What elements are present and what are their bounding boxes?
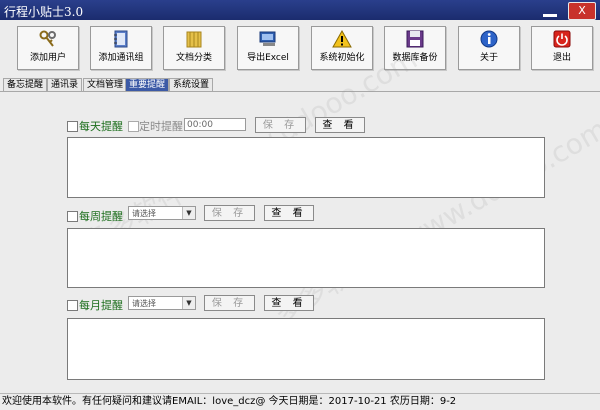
system-init-button[interactable]: 系统初始化 xyxy=(311,26,373,70)
monthday-select-value: 请选择 xyxy=(132,299,156,308)
timed-reminder-label: 定时提醒 xyxy=(139,120,183,133)
monthly-save-button[interactable]: 保 存 xyxy=(204,295,255,311)
minimize-button[interactable] xyxy=(540,2,560,18)
add-user-button[interactable]: 添加用户 xyxy=(17,26,79,70)
add-contact-group-button[interactable]: 添加通讯组 xyxy=(90,26,152,70)
computer-export-icon xyxy=(259,31,276,46)
weekly-view-button[interactable]: 查 看 xyxy=(264,205,314,221)
contact-book-icon xyxy=(114,30,128,48)
status-bar: 欢迎使用本软件。有任何疑问和建议请EMAIL：love_dcz@ 今天日期是：2… xyxy=(0,393,600,410)
monthly-reminder-label: 每月提醒 xyxy=(79,299,123,312)
daily-reminder-checkbox[interactable] xyxy=(67,121,78,132)
tab-documents[interactable]: 文档管理 xyxy=(83,78,128,92)
weekly-save-button[interactable]: 保 存 xyxy=(204,205,255,221)
weekly-reminder-textarea[interactable] xyxy=(67,228,545,288)
toolbar-label: 关于 xyxy=(479,53,498,63)
weekly-reminder-checkbox[interactable] xyxy=(67,211,78,222)
time-input[interactable]: 00:00 xyxy=(184,118,246,131)
folder-icon xyxy=(186,31,202,48)
toolbar-label: 添加通讯组 xyxy=(98,53,144,63)
monthly-view-button[interactable]: 查 看 xyxy=(264,295,314,311)
toolbar-label: 导出Excel xyxy=(247,53,289,63)
title-bar: 行程小贴士3.0 X xyxy=(0,0,600,20)
tab-memo[interactable]: 备忘提醒 xyxy=(3,78,48,92)
warning-icon xyxy=(332,30,352,48)
tab-contacts[interactable]: 通讯录 xyxy=(47,78,83,92)
info-icon xyxy=(480,30,498,48)
tab-divider xyxy=(0,91,600,92)
toolbar-label: 添加用户 xyxy=(29,53,66,63)
toolbar-label: 退出 xyxy=(552,53,571,63)
weekly-reminder-label: 每周提醒 xyxy=(79,210,123,223)
tab-important-reminders[interactable]: 重要提醒 xyxy=(125,78,170,92)
power-icon xyxy=(553,30,571,48)
chevron-down-icon: ▼ xyxy=(182,207,195,219)
daily-reminder-textarea[interactable] xyxy=(67,137,545,198)
database-backup-button[interactable]: 数据库备份 xyxy=(384,26,446,70)
monthly-reminder-textarea[interactable] xyxy=(67,318,545,380)
toolbar-label: 系统初始化 xyxy=(319,53,365,63)
weekday-select-value: 请选择 xyxy=(132,209,156,218)
monthly-reminder-checkbox[interactable] xyxy=(67,300,78,311)
tab-settings[interactable]: 系统设置 xyxy=(169,78,214,92)
exit-button[interactable]: 退出 xyxy=(531,26,593,70)
document-category-button[interactable]: 文档分类 xyxy=(163,26,225,70)
window-title: 行程小贴士3.0 xyxy=(4,5,84,19)
about-button[interactable]: 关于 xyxy=(458,26,520,70)
daily-save-button[interactable]: 保 存 xyxy=(255,117,306,133)
daily-reminder-label: 每天提醒 xyxy=(79,120,123,133)
export-excel-button[interactable]: 导出Excel xyxy=(237,26,299,70)
keys-icon xyxy=(39,30,56,47)
toolbar: 添加用户 添加通讯组 文档分类 导出Excel 系统初始化 数据库备份 关于 退… xyxy=(0,20,600,77)
toolbar-label: 文档分类 xyxy=(175,53,212,63)
floppy-disk-icon xyxy=(406,30,424,48)
toolbar-label: 数据库备份 xyxy=(392,53,438,63)
close-button[interactable]: X xyxy=(568,2,596,20)
chevron-down-icon: ▼ xyxy=(182,297,195,309)
daily-view-button[interactable]: 查 看 xyxy=(315,117,365,133)
monthday-select[interactable]: 请选择 ▼ xyxy=(128,296,196,310)
weekday-select[interactable]: 请选择 ▼ xyxy=(128,206,196,220)
timed-reminder-checkbox[interactable] xyxy=(128,121,139,132)
